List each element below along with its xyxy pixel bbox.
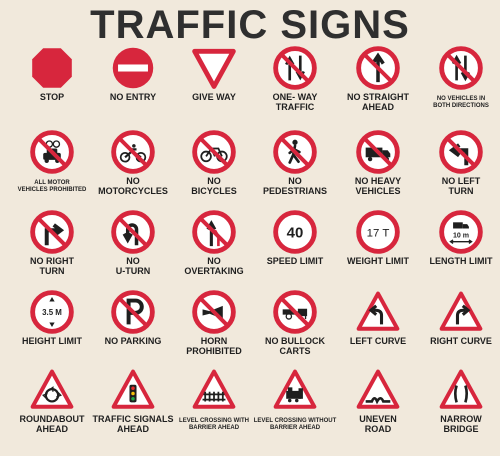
sign-cell: RIGHT CURVE (419, 290, 500, 370)
horn-prohibited-icon (192, 290, 236, 334)
sign-text: 40 (287, 224, 304, 241)
stop-octagon-icon (32, 48, 72, 88)
sign-label: LEVEL CROSSING WITHOUT BARRIER AHEAD (253, 418, 337, 431)
sign-label: NO STRAIGHT AHEAD (347, 92, 409, 112)
sign-cell: NARROW BRIDGE (419, 368, 500, 448)
sign-text: 17 T (367, 227, 390, 239)
length-limit-icon: 10 m (439, 210, 483, 254)
sign-label: LENGTH LIMIT (429, 256, 493, 266)
sign-cell: NO OVERTAKING (172, 210, 256, 290)
all-motor-vehicles-prohibited-icon (30, 130, 74, 174)
sign-cell: UNEVEN ROAD (336, 368, 420, 448)
sign-cell: 10 m LENGTH LIMIT (419, 210, 500, 290)
sign-label: SPEED LIMIT (266, 256, 324, 266)
sign-cell: NO MOTORCYCLES (91, 130, 175, 210)
sign-cell: NO BULLOCK CARTS (253, 290, 337, 370)
page-title: TRAFFIC SIGNS (90, 3, 410, 47)
sign-label: NO VEHICLES IN BOTH DIRECTIONS (433, 96, 489, 109)
height-limit-icon: 3.5 M (30, 290, 74, 334)
traffic-signals-ahead-icon (111, 369, 155, 409)
no-motorcycles-icon (111, 130, 155, 174)
narrow-bridge-icon (439, 369, 483, 409)
sign-label: NO MOTORCYCLES (98, 176, 168, 196)
sign-text: 3.5 M (42, 308, 62, 317)
no-heavy-vehicles-icon (356, 130, 400, 174)
sign-cell: 40 SPEED LIMIT (253, 210, 337, 290)
roundabout-ahead-icon (30, 369, 74, 409)
no-entry-icon (112, 47, 154, 89)
right-curve-icon (439, 291, 483, 331)
sign-label: ROUNDABOUT AHEAD (19, 414, 85, 434)
no-overtaking-icon (192, 210, 236, 254)
sign-label: STOP (39, 92, 65, 102)
give-way-triangle-icon (192, 48, 236, 89)
sign-label: NO OVERTAKING (184, 256, 244, 276)
sign-cell: 3.5 M HEIGHT LIMIT (10, 290, 94, 370)
sign-label: NO RIGHT TURN (30, 256, 74, 276)
sign-label: NO BULLOCK CARTS (265, 336, 325, 356)
sign-cell: NO ENTRY (91, 46, 175, 126)
sign-cell: LEFT CURVE (336, 290, 420, 370)
sign-label: TRAFFIC SIGNALS AHEAD (92, 414, 174, 434)
sign-cell: ONE- WAY TRAFFIC (253, 46, 337, 126)
sign-cell: TRAFFIC SIGNALS AHEAD (91, 368, 175, 448)
sign-cell: LEVEL CROSSING WITHOUT BARRIER AHEAD (253, 368, 337, 448)
sign-cell: NO U-TURN (91, 210, 175, 290)
sign-label: NARROW BRIDGE (440, 414, 482, 434)
sign-label: WEIGHT LIMIT (347, 256, 409, 266)
sign-label: ONE- WAY TRAFFIC (272, 92, 318, 112)
sign-label: NO PARKING (104, 336, 162, 346)
sign-label: NO LEFT TURN (441, 176, 481, 196)
no-pedestrians-icon (273, 130, 317, 174)
sign-cell: NO HEAVY VEHICLES (336, 130, 420, 210)
sign-label: NO BICYCLES (191, 176, 237, 196)
sign-cell: 17 T WEIGHT LIMIT (336, 210, 420, 290)
sign-cell: NO RIGHT TURN (10, 210, 94, 290)
sign-label: HEIGHT LIMIT (22, 336, 82, 346)
sign-cell: NO PEDESTRIANS (253, 130, 337, 210)
no-right-turn-icon (30, 210, 74, 254)
level-crossing-with-barrier-icon (192, 369, 236, 409)
sign-label: NO ENTRY (109, 92, 157, 102)
sign-cell: HORN PROHIBITED (172, 290, 256, 370)
sign-label: ALL MOTOR VEHICLES PROHIBITED (17, 180, 87, 193)
sign-cell: STOP (10, 46, 94, 126)
sign-cell: ROUNDABOUT AHEAD (10, 368, 94, 448)
speed-limit-icon: 40 (273, 210, 317, 254)
sign-cell: NO PARKING (91, 290, 175, 370)
no-left-turn-icon (439, 130, 483, 174)
sign-label: NO PEDESTRIANS (262, 176, 327, 196)
sign-cell: LEVEL CROSSING WITH BARRIER AHEAD (172, 368, 256, 448)
sign-cell: ALL MOTOR VEHICLES PROHIBITED (10, 130, 94, 210)
no-bicycles-icon (192, 130, 236, 174)
sign-label: RIGHT CURVE (430, 336, 492, 346)
sign-label: UNEVEN ROAD (359, 414, 397, 434)
sign-cell: GIVE WAY (172, 46, 256, 126)
sign-label: NO U-TURN (115, 256, 151, 276)
sign-cell: NO LEFT TURN (419, 130, 500, 210)
level-crossing-without-barrier-icon (273, 369, 317, 409)
sign-label: GIVE WAY (192, 92, 236, 102)
no-vehicles-both-directions-icon (439, 46, 483, 90)
no-bullock-carts-icon (273, 290, 317, 334)
left-curve-icon (356, 291, 400, 331)
uneven-road-icon (356, 369, 400, 409)
sign-label: LEFT CURVE (349, 336, 407, 346)
sign-cell: NO VEHICLES IN BOTH DIRECTIONS (419, 46, 500, 126)
weight-limit-icon: 17 T (356, 210, 400, 254)
one-way-arrows-icon (273, 46, 317, 90)
sign-label: HORN PROHIBITED (186, 336, 242, 356)
no-straight-ahead-icon (356, 46, 400, 90)
sign-cell: NO BICYCLES (172, 130, 256, 210)
no-u-turn-icon (111, 210, 155, 254)
no-parking-icon (111, 290, 155, 334)
sign-label: NO HEAVY VEHICLES (354, 176, 402, 196)
sign-label: LEVEL CROSSING WITH BARRIER AHEAD (179, 418, 249, 431)
sign-text: 10 m (453, 232, 469, 239)
sign-cell: NO STRAIGHT AHEAD (336, 46, 420, 126)
